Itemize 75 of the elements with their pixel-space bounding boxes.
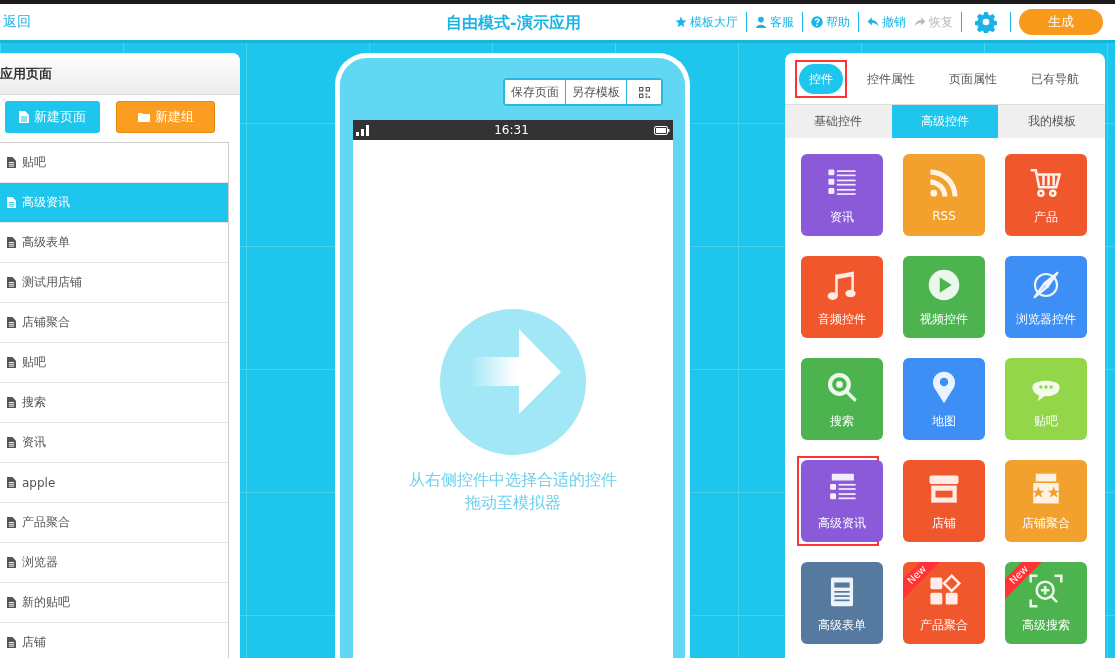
widget-tile[interactable]: 搜索 bbox=[801, 358, 883, 440]
page-list-item[interactable]: 贴吧 bbox=[0, 343, 228, 383]
toolbar-button[interactable]: 保存页面 bbox=[505, 80, 566, 104]
panel-tab[interactable]: 页面属性 bbox=[939, 63, 1007, 94]
widget-tile[interactable]: RSS bbox=[903, 154, 985, 236]
page-list-item[interactable]: 测试用店铺 bbox=[0, 263, 228, 303]
file-icon bbox=[7, 517, 16, 528]
file-icon bbox=[7, 317, 16, 328]
page-list-item[interactable]: 资讯 bbox=[0, 423, 228, 463]
category-tab[interactable]: 我的模板 bbox=[998, 105, 1105, 138]
page-list-item[interactable]: 店铺聚合 bbox=[0, 303, 228, 343]
widget-tile[interactable]: 音频控件 bbox=[801, 256, 883, 338]
file-icon bbox=[7, 477, 16, 488]
qr-code-icon bbox=[638, 86, 650, 98]
undo-icon bbox=[867, 16, 879, 28]
new-group-button[interactable]: 新建组 bbox=[116, 101, 215, 133]
file-icon bbox=[7, 557, 16, 568]
page-list-item[interactable]: 新的贴吧 bbox=[0, 583, 228, 623]
music-note-icon bbox=[825, 268, 859, 302]
panel-tab[interactable]: 控件属性 bbox=[857, 63, 925, 94]
file-icon bbox=[7, 237, 16, 248]
redo-icon bbox=[914, 16, 926, 28]
widget-tile[interactable]: 视频控件 bbox=[903, 256, 985, 338]
page-list-item[interactable]: 店铺 bbox=[0, 623, 228, 658]
hint-text: 从右侧控件中选择合适的控件 拖动至模拟器 bbox=[408, 469, 617, 514]
clock-text: 16:31 bbox=[494, 123, 529, 137]
widget-tile[interactable]: 高级资讯 bbox=[801, 460, 883, 542]
toolbar-link[interactable]: 撤销 bbox=[867, 13, 906, 31]
file-icon bbox=[7, 277, 16, 288]
widget-tile[interactable]: 浏览器控件 bbox=[1005, 256, 1087, 338]
file-icon bbox=[7, 197, 16, 208]
star-icon bbox=[675, 16, 687, 28]
page-list-item[interactable]: 产品聚合 bbox=[0, 503, 228, 543]
file-icon bbox=[7, 397, 16, 408]
file-icon bbox=[7, 637, 16, 648]
battery-icon bbox=[653, 125, 670, 135]
rss-icon bbox=[927, 166, 961, 200]
toolbar-link[interactable]: 帮助 bbox=[811, 13, 850, 31]
cart-icon bbox=[1029, 166, 1063, 200]
zoom-in-icon bbox=[1029, 574, 1063, 608]
file-icon bbox=[7, 437, 16, 448]
toolbar-link[interactable]: 客服 bbox=[755, 13, 794, 31]
app-title: 自由模式-演示应用 bbox=[446, 13, 581, 34]
page-list-item[interactable]: apple bbox=[0, 463, 228, 503]
widget-tile[interactable]: 高级表单 bbox=[801, 562, 883, 644]
category-tab[interactable]: 高级控件 bbox=[891, 105, 999, 138]
grid-icon bbox=[927, 574, 961, 608]
new-page-button[interactable]: 新建页面 bbox=[5, 101, 100, 133]
widget-tile[interactable]: 店铺聚合 bbox=[1005, 460, 1087, 542]
category-tab[interactable]: 基础控件 bbox=[785, 105, 892, 138]
person-icon bbox=[755, 16, 767, 28]
toolbar-link[interactable]: 模板大厅 bbox=[675, 13, 738, 31]
file-icon bbox=[7, 357, 16, 368]
play-icon bbox=[927, 268, 961, 302]
file-icon bbox=[7, 157, 16, 168]
widget-tile[interactable]: 资讯 bbox=[801, 154, 883, 236]
page-list-item[interactable]: 搜索 bbox=[0, 383, 228, 423]
back-link[interactable]: 返回 bbox=[0, 13, 303, 31]
widget-tile[interactable]: 地图 bbox=[903, 358, 985, 440]
storefront-icon bbox=[927, 472, 961, 506]
help-icon bbox=[811, 16, 823, 28]
page-list-item[interactable]: 高级表单 bbox=[0, 223, 228, 263]
page-list-item[interactable]: 高级资讯 bbox=[0, 183, 228, 223]
search-icon bbox=[825, 370, 859, 404]
file-icon bbox=[19, 111, 29, 123]
page-list-item[interactable]: 浏览器 bbox=[0, 543, 228, 583]
panel-title: 应用页面 bbox=[0, 53, 240, 95]
panel-tab[interactable]: 控件 bbox=[799, 63, 843, 94]
widget-tile[interactable]: 产品 bbox=[1005, 154, 1087, 236]
folder-icon bbox=[137, 112, 150, 122]
panel-tab[interactable]: 已有导航 bbox=[1021, 63, 1089, 94]
signal-icon bbox=[355, 124, 370, 136]
file-icon bbox=[7, 597, 16, 608]
widget-tile[interactable]: 店铺 bbox=[903, 460, 985, 542]
generate-button[interactable]: 生成 bbox=[1019, 9, 1103, 35]
